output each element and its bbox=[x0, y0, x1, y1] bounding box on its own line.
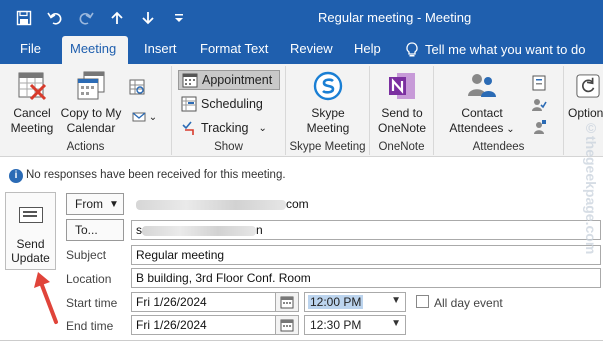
start-date-picker[interactable] bbox=[275, 292, 299, 312]
chevron-down-icon: ⌄ bbox=[503, 124, 515, 135]
location-label: Location bbox=[66, 272, 112, 286]
contact-attendees-button[interactable]: Contact Attendees ⌄ bbox=[440, 70, 524, 137]
redacted-email bbox=[142, 225, 256, 236]
contact-attendees-icon bbox=[465, 70, 499, 102]
ribbon: Cancel Meeting Copy to My Calendar ⌄ Act… bbox=[0, 64, 603, 157]
ribbon-tabs: File Meeting Insert Format Text Review H… bbox=[0, 36, 603, 64]
tab-file[interactable]: File bbox=[12, 36, 49, 64]
group-label-actions: Actions bbox=[66, 141, 105, 153]
envelope-icon bbox=[18, 207, 43, 223]
subject-label: Subject bbox=[66, 248, 107, 262]
group-label-show: Show bbox=[214, 141, 243, 153]
chevron-down-icon: ▼ bbox=[109, 198, 119, 210]
group-label-attendees: Attendees bbox=[472, 141, 525, 153]
cancel-calendar-icon bbox=[15, 70, 49, 102]
tab-insert[interactable]: Insert bbox=[136, 36, 185, 64]
to-button[interactable]: To... bbox=[66, 219, 124, 241]
info-message: No responses have been received for this… bbox=[26, 169, 286, 181]
from-field: com bbox=[131, 194, 551, 214]
tracking-dropdown[interactable]: Tracking ⌄ bbox=[178, 118, 270, 138]
send-to-onenote-button[interactable]: Send to OneNote bbox=[374, 70, 430, 136]
tell-me-box[interactable]: Tell me what you want to do bbox=[405, 36, 585, 64]
skype-meeting-button[interactable]: Skype Meeting bbox=[294, 70, 362, 136]
end-date-input[interactable]: Fri 1/26/2024 bbox=[131, 315, 277, 335]
tell-me-text: Tell me what you want to do bbox=[425, 42, 586, 57]
info-bar: i No responses have been received for th… bbox=[0, 158, 603, 192]
tab-help[interactable]: Help bbox=[346, 36, 389, 64]
appointment-icon bbox=[182, 73, 198, 88]
location-input[interactable]: B building, 3rd Floor Conf. Room bbox=[131, 268, 601, 288]
start-time-label: Start time bbox=[66, 296, 118, 310]
tab-review[interactable]: Review bbox=[282, 36, 341, 64]
scheduling-icon bbox=[181, 96, 197, 112]
forward-grid-icon[interactable] bbox=[128, 78, 146, 96]
info-icon: i bbox=[9, 169, 23, 183]
group-label-onenote: OneNote bbox=[378, 141, 425, 153]
window-title: Regular meeting - Meeting bbox=[318, 10, 472, 25]
tab-meeting[interactable]: Meeting bbox=[62, 36, 128, 64]
tab-format-text[interactable]: Format Text bbox=[192, 36, 276, 64]
calendar-icon bbox=[280, 296, 294, 309]
save-icon[interactable] bbox=[8, 6, 39, 30]
watermark-text: ©thegeekpage.com bbox=[583, 120, 599, 255]
options-refresh-icon bbox=[575, 70, 601, 102]
redacted-email bbox=[136, 199, 286, 210]
onenote-icon bbox=[385, 70, 419, 102]
all-day-checkbox[interactable] bbox=[416, 295, 429, 308]
annotation-arrow-icon bbox=[34, 272, 58, 324]
check-names-icon[interactable] bbox=[530, 96, 548, 114]
send-update-button[interactable]: Send Update bbox=[5, 192, 56, 270]
down-arrow-icon[interactable] bbox=[132, 6, 163, 30]
address-book-icon[interactable] bbox=[530, 74, 548, 92]
from-button[interactable]: From ▼ bbox=[66, 193, 124, 215]
options-button[interactable]: Option bbox=[568, 70, 603, 121]
group-onenote: Send to OneNote OneNote bbox=[370, 66, 434, 155]
skype-icon bbox=[311, 70, 345, 102]
end-date-picker[interactable] bbox=[275, 315, 299, 335]
quick-access-toolbar bbox=[8, 6, 194, 30]
cancel-meeting-button[interactable]: Cancel Meeting bbox=[6, 70, 58, 136]
respond-dropdown-icon[interactable]: ⌄ bbox=[128, 108, 160, 126]
start-date-input[interactable]: Fri 1/26/2024 bbox=[131, 292, 277, 312]
group-attendees: Contact Attendees ⌄ Attendees bbox=[434, 66, 564, 155]
title-bar: Regular meeting - Meeting bbox=[0, 0, 603, 36]
copy-calendar-icon bbox=[74, 70, 108, 102]
undo-icon[interactable] bbox=[39, 6, 70, 30]
chevron-down-icon: ▼ bbox=[391, 295, 401, 306]
copy-to-my-calendar-button[interactable]: Copy to My Calendar bbox=[58, 70, 124, 136]
message-body[interactable] bbox=[0, 340, 603, 357]
up-arrow-icon[interactable] bbox=[101, 6, 132, 30]
chevron-down-icon: ⌄ bbox=[258, 122, 267, 134]
response-options-icon[interactable] bbox=[530, 118, 548, 136]
redo-icon[interactable] bbox=[70, 6, 101, 30]
end-time-label: End time bbox=[66, 319, 114, 333]
end-time-dropdown[interactable]: 12:30 PM ▼ bbox=[304, 315, 406, 335]
appointment-button[interactable]: Appointment bbox=[178, 70, 280, 90]
start-time-dropdown[interactable]: 12:00 PM ▼ bbox=[304, 292, 406, 312]
group-skype-meeting: Skype Meeting Skype Meeting bbox=[286, 66, 370, 155]
chevron-down-icon: ▼ bbox=[391, 318, 401, 329]
calendar-icon bbox=[280, 319, 294, 332]
tracking-icon bbox=[182, 121, 194, 135]
group-label-skype: Skype Meeting bbox=[289, 141, 366, 153]
group-show: Appointment Scheduling Tracking ⌄ Show bbox=[172, 66, 286, 155]
lightbulb-icon bbox=[406, 42, 418, 57]
scheduling-button[interactable]: Scheduling bbox=[178, 94, 266, 114]
customize-qat-icon[interactable] bbox=[163, 6, 194, 30]
group-actions: Cancel Meeting Copy to My Calendar ⌄ Act… bbox=[0, 66, 172, 155]
subject-input[interactable]: Regular meeting bbox=[131, 245, 601, 265]
all-day-label: All day event bbox=[434, 296, 503, 310]
to-field[interactable]: sn bbox=[131, 220, 601, 240]
